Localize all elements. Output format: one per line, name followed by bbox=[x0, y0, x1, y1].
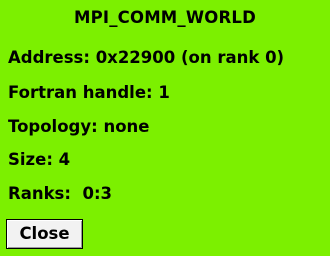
fortran-handle-label: Fortran handle: 1 bbox=[8, 83, 170, 102]
close-button[interactable]: Close bbox=[6, 219, 83, 249]
size-label: Size: 4 bbox=[8, 150, 71, 169]
topology-label: Topology: none bbox=[8, 117, 150, 136]
communicator-info-window: MPI_COMM_WORLD Address: 0x22900 (on rank… bbox=[0, 0, 330, 256]
window-title: MPI_COMM_WORLD bbox=[73, 8, 257, 27]
ranks-label: Ranks: 0:3 bbox=[8, 184, 113, 203]
address-label: Address: 0x22900 (on rank 0) bbox=[8, 48, 285, 67]
